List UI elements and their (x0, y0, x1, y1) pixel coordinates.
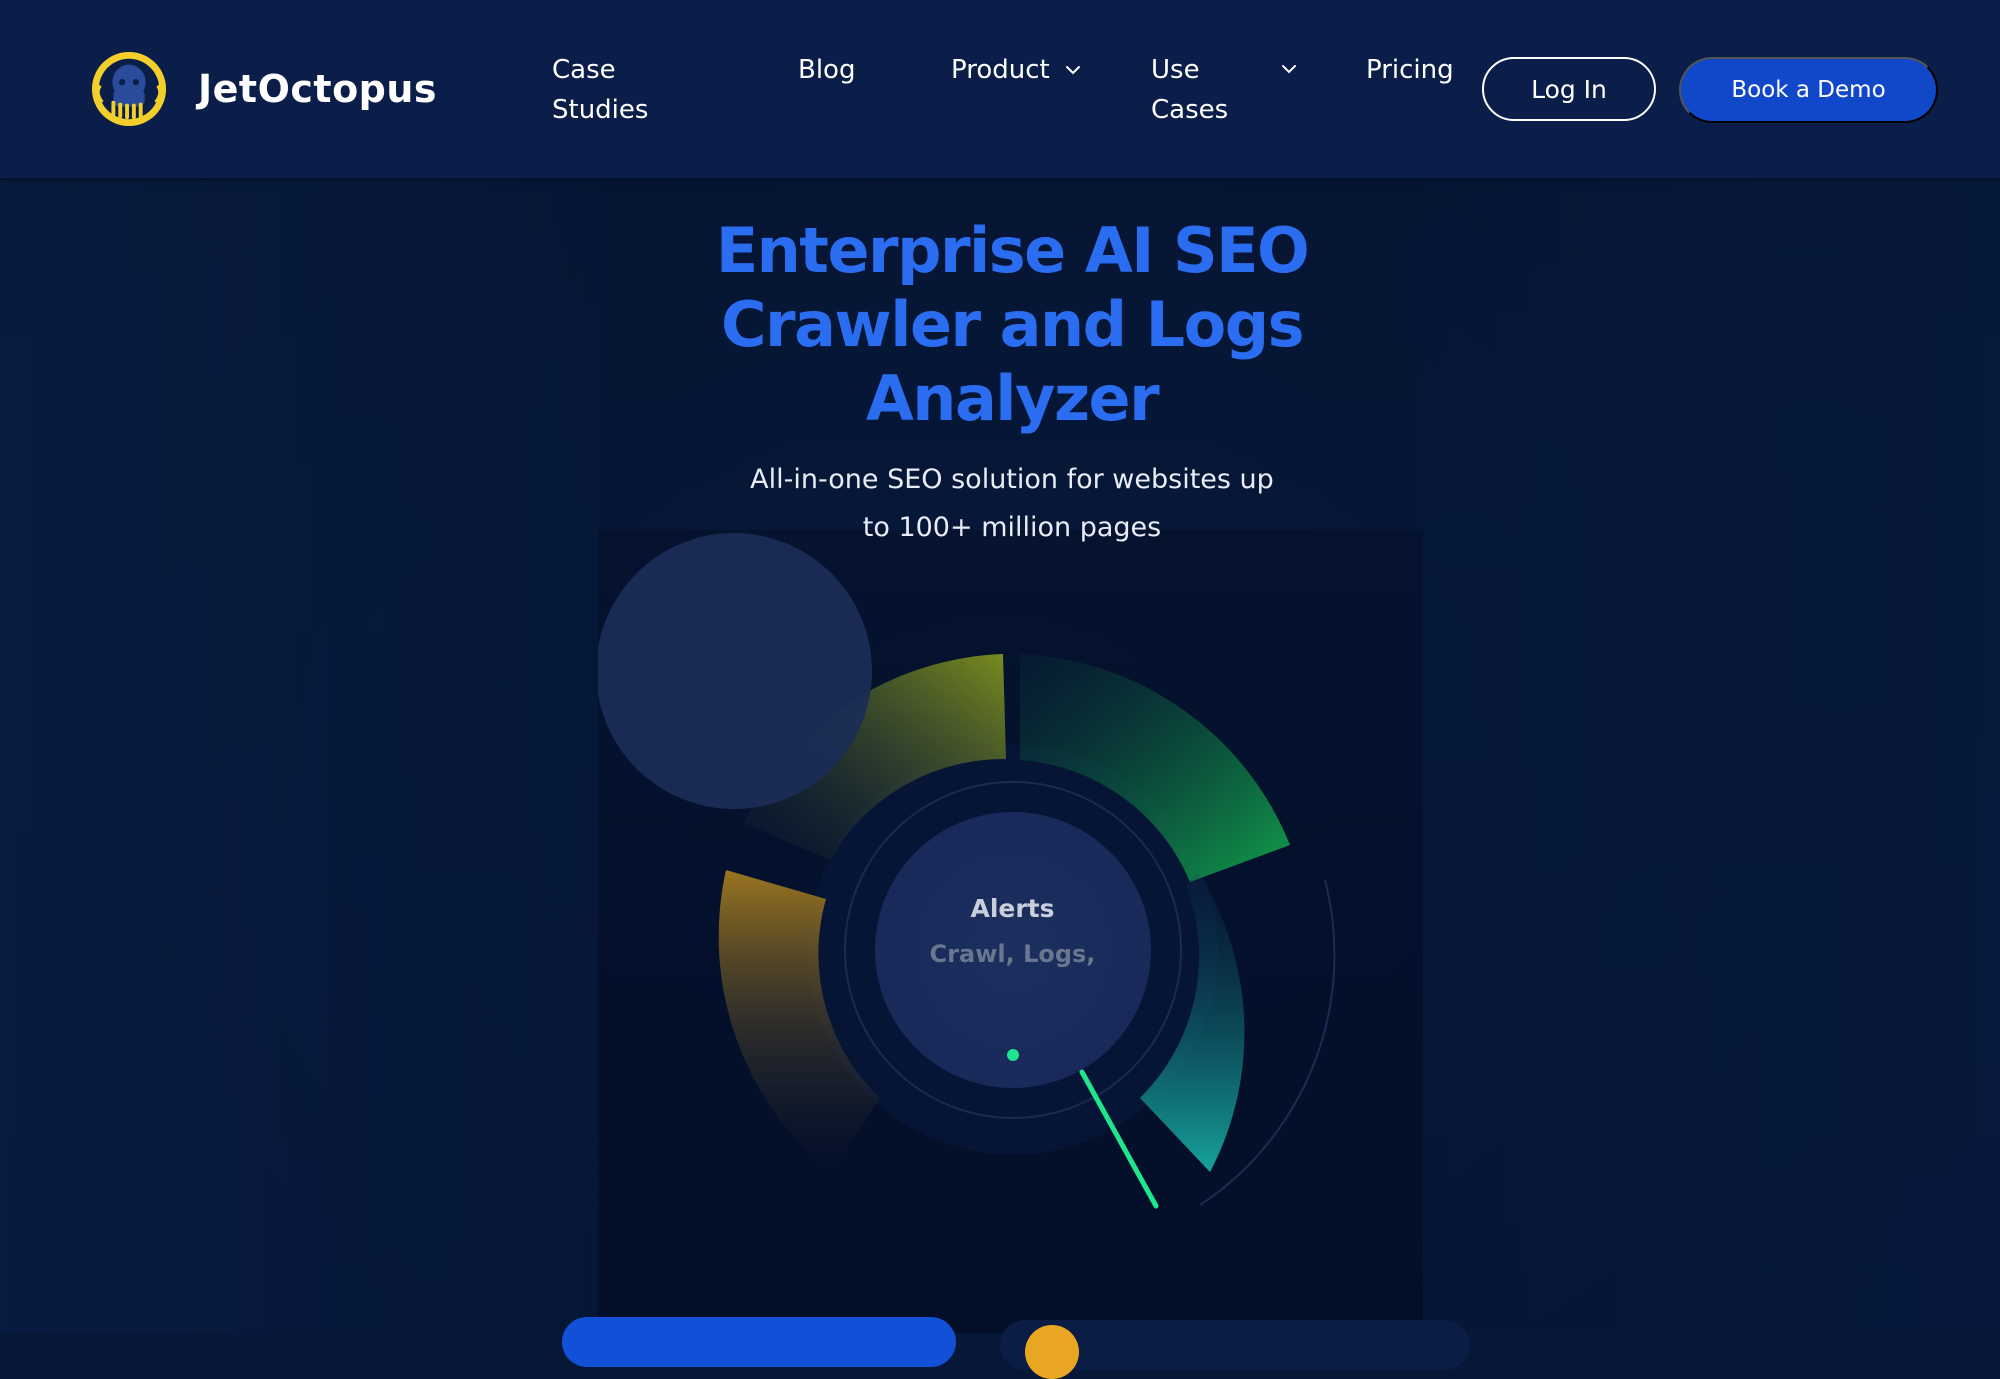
alerts-subtitle: Crawl, Logs, (929, 940, 1096, 968)
chevron-down-icon[interactable] (1278, 58, 1300, 80)
hero-primary-cta-button[interactable] (562, 1317, 956, 1367)
hero-title: Enterprise AI SEO Crawler and Logs Analy… (715, 214, 1310, 435)
brand-name: JetOctopus (198, 67, 438, 111)
gauge-indicator-dot (1007, 1049, 1019, 1061)
alerts-title: Alerts (970, 894, 1055, 923)
nav-use-cases[interactable]: Use Cases (1151, 50, 1251, 130)
octopus-logo-icon (91, 51, 167, 127)
floating-decorative-circle (598, 533, 872, 809)
secondary-cta-icon (1025, 1325, 1079, 1379)
nav-product[interactable]: Product (951, 50, 1084, 90)
background-panel-right (1423, 180, 2000, 1333)
nav-blog[interactable]: Blog (798, 50, 855, 90)
nav-case-studies[interactable]: Case Studies (552, 50, 672, 130)
nav-product-label: Product (951, 55, 1050, 85)
dashboard-gauge-visual (598, 533, 1336, 1209)
background-panel-left (0, 180, 598, 1333)
book-demo-button[interactable]: Book a Demo (1679, 57, 1938, 123)
login-button[interactable]: Log In (1482, 57, 1656, 121)
site-header: JetOctopus Case Studies Blog Product Use… (0, 0, 2000, 178)
brand-logo-link[interactable]: JetOctopus (90, 50, 437, 128)
nav-pricing[interactable]: Pricing (1366, 50, 1454, 90)
chevron-down-icon (1065, 66, 1080, 75)
